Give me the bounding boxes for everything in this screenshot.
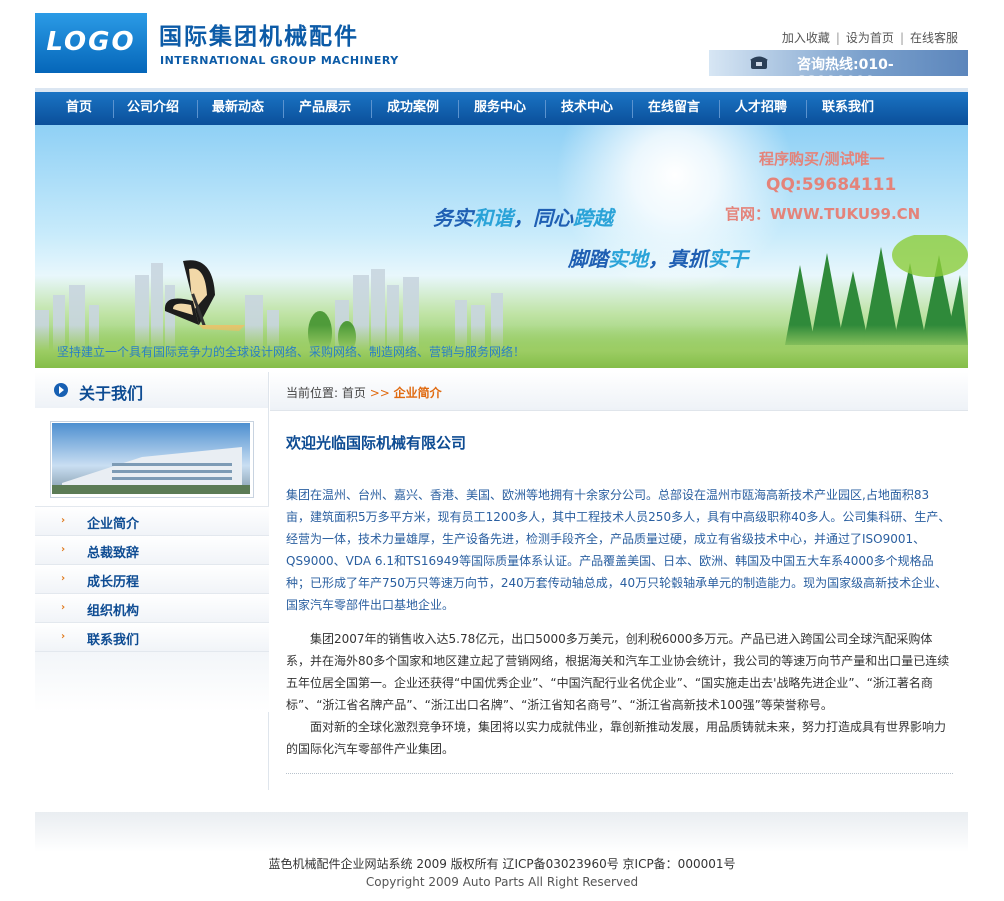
promo-text: 程序购买/测试唯一: [759, 150, 885, 168]
online-service-link[interactable]: 在线客服: [910, 31, 958, 45]
sidebar-item-profile[interactable]: › 企业简介: [35, 506, 269, 535]
article-paragraph: 集团2007年的销售收入达5.78亿元，出口5000多万美元，创利税6000多万…: [286, 632, 950, 712]
sidebar-item-label[interactable]: 企业简介: [87, 513, 139, 532]
promo-website: 官网：WWW.TUKU99.CN: [725, 205, 921, 223]
article-paragraph: 集团在温州、台州、嘉兴、香港、美国、欧洲等地拥有十余家分公司。总部设在温州市瓯海…: [286, 488, 951, 612]
hotline-bar: 咨询热线:010-88990099: [709, 50, 968, 90]
nav-item-tech[interactable]: 技术中心: [545, 92, 629, 125]
slogan-highlight: 实地: [608, 247, 648, 271]
sidebar-item-contact[interactable]: › 联系我们: [35, 622, 269, 652]
nav-item-company[interactable]: 公司介绍: [113, 92, 193, 125]
footer-copyright: 蓝色机械配件企业网站系统 2009 版权所有 辽ICP备03023960号 京I…: [268, 857, 736, 871]
article-paragraph: 面对新的全球化激烈竞争环境，集团将以实力成就伟业，靠创新推动发展，用品质铸就未来…: [286, 720, 947, 756]
chevron-right-icon: ›: [61, 544, 66, 555]
sidebar-item-label[interactable]: 成长历程: [87, 571, 139, 590]
breadcrumb-prefix: 当前位置:: [286, 386, 339, 400]
hotline-text: 咨询热线:010-88990099: [797, 57, 894, 90]
breadcrumb-bar: 当前位置: 首页 >> 企业简介: [270, 372, 968, 411]
slogan-part: ，同心: [513, 206, 573, 230]
slogan-highlight: 实干: [708, 247, 748, 271]
slogan-part: ，真抓: [648, 247, 708, 271]
article-body: 集团在温州、台州、嘉兴、香港、美国、欧洲等地拥有十余家分公司。总部设在温州市瓯海…: [286, 484, 951, 760]
chevron-right-icon: ›: [61, 515, 66, 526]
breadcrumb-home-link[interactable]: 首页: [342, 386, 366, 400]
nav-item-contact[interactable]: 联系我们: [806, 92, 890, 125]
footer-copyright-en: Copyright 2009 Auto Parts All Right Rese…: [365, 875, 639, 889]
slogan-highlight: 和谐: [473, 206, 513, 230]
sidebar-title: 关于我们: [79, 384, 144, 403]
hero-banner: 务实和谐，同心跨越 脚踏实地，真抓实干 程序购买/测试唯一 QQ:5968411…: [35, 125, 968, 368]
banner-slogan-1: 务实和谐，同心跨越: [433, 202, 613, 231]
sidebar-item-label[interactable]: 总裁致辞: [87, 542, 139, 561]
sidebar-item-organization[interactable]: › 组织机构: [35, 593, 269, 622]
logo[interactable]: LOGO: [35, 13, 147, 73]
main-nav: 首页 公司介绍 最新动态 产品展示 成功案例 服务中心 技术中心 在线留言 人才…: [35, 92, 968, 125]
brand-name-en: INTERNATIONAL GROUP MACHINERY: [160, 54, 399, 67]
sidebar-item-ceo-speech[interactable]: › 总裁致辞: [35, 535, 269, 564]
sidebar-item-label[interactable]: 组织机构: [87, 600, 139, 619]
chevron-right-icon: ›: [61, 631, 66, 642]
separator: |: [899, 31, 904, 45]
separator: |: [835, 31, 840, 45]
slogan-part: 务实: [433, 206, 473, 230]
sidebar-item-label[interactable]: 联系我们: [87, 629, 139, 648]
sidebar-item-history[interactable]: › 成长历程: [35, 564, 269, 593]
breadcrumb-separator: >>: [369, 386, 390, 400]
nav-item-cases[interactable]: 成功案例: [371, 92, 455, 125]
nav-item-jobs[interactable]: 人才招聘: [719, 92, 803, 125]
phone-icon: [750, 56, 768, 69]
nav-item-message[interactable]: 在线留言: [632, 92, 716, 125]
promo-qq: QQ:59684111: [766, 175, 897, 195]
brand-name-cn: 国际集团机械配件: [159, 24, 359, 50]
butterfly-image: [164, 260, 245, 331]
breadcrumb: 当前位置: 首页 >> 企业简介: [286, 384, 442, 401]
breadcrumb-current: 企业简介: [393, 386, 442, 400]
footer-bar: [35, 812, 968, 852]
add-favorite-link[interactable]: 加入收藏: [782, 31, 830, 45]
circle-arrow-icon: [54, 383, 68, 397]
nav-item-service[interactable]: 服务中心: [458, 92, 542, 125]
article-title: 欢迎光临国际机械有限公司: [286, 434, 467, 452]
banner-slogan-2: 脚踏实地，真抓实干: [568, 243, 748, 272]
sidebar-header: 关于我们: [35, 372, 269, 408]
chevron-right-icon: ›: [61, 573, 66, 584]
banner-caption: 坚持建立一个具有国际竞争力的全球设计网络、采购网络、制造网络、营销与服务网络！: [57, 345, 526, 359]
logo-text: LOGO: [46, 27, 136, 57]
chevron-right-icon: ›: [61, 602, 66, 613]
arrow-right-icon: [59, 386, 64, 394]
slogan-highlight: 跨越: [573, 206, 613, 230]
nav-item-home[interactable]: 首页: [49, 92, 109, 125]
nav-item-products[interactable]: 产品展示: [283, 92, 367, 125]
nav-item-news[interactable]: 最新动态: [197, 92, 279, 125]
content-divider: [286, 773, 953, 774]
sidebar-fade: [35, 652, 269, 712]
top-links: 加入收藏 | 设为首页 | 在线客服: [782, 29, 958, 46]
company-building-photo: [52, 423, 250, 494]
slogan-part: 脚踏: [568, 247, 608, 271]
set-homepage-link[interactable]: 设为首页: [846, 31, 894, 45]
